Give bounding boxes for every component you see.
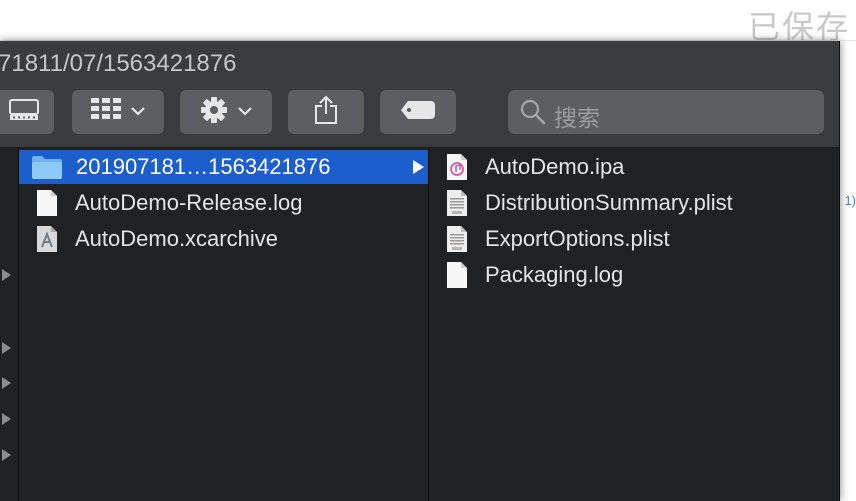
plist-icon <box>447 226 467 252</box>
list-item-packaging-log[interactable]: Packaging.log <box>429 258 623 292</box>
toolbar: 搜索 <box>0 85 839 148</box>
list-item-release-log[interactable]: AutoDemo-Release.log <box>19 186 302 220</box>
gear-icon <box>200 96 228 129</box>
document-icon <box>37 190 57 216</box>
list-item-label: ExportOptions.plist <box>485 226 670 251</box>
search-icon <box>520 99 546 130</box>
chevron-down-icon <box>238 103 252 121</box>
list-item-label: AutoDemo.ipa <box>485 154 625 179</box>
list-item-archive-folder[interactable]: 201907181…1563421876 <box>19 150 428 184</box>
disclosure-arrow-icon[interactable] <box>2 377 11 389</box>
document-icon <box>447 262 467 288</box>
archive-icon <box>37 226 57 252</box>
list-item-label: 201907181…1563421876 <box>76 154 331 179</box>
parent-column[interactable] <box>0 148 18 501</box>
disclosure-arrow-icon[interactable] <box>2 449 11 461</box>
background-text-fragment: 1) <box>844 193 856 208</box>
finder-window: 71811/07/1563421876 搜索 201907181…1563421… <box>0 41 840 501</box>
tags-button[interactable] <box>380 90 456 134</box>
column-browser: 201907181…1563421876 AutoDemo-Release.lo… <box>0 148 839 501</box>
search-field[interactable]: 搜索 <box>508 90 824 134</box>
chevron-down-icon <box>131 103 145 121</box>
list-item-label: Packaging.log <box>485 262 624 287</box>
list-item-export-options-plist[interactable]: ExportOptions.plist <box>429 222 670 256</box>
disclosure-arrow-icon <box>413 160 424 174</box>
ipa-icon <box>447 154 467 180</box>
action-button[interactable] <box>180 90 272 134</box>
share-button[interactable] <box>288 90 364 134</box>
grid-icon <box>91 97 121 127</box>
list-item-ipa[interactable]: AutoDemo.ipa <box>429 150 624 184</box>
folder-icon <box>32 156 62 179</box>
view-toggle-button[interactable] <box>0 90 54 134</box>
view-options-button[interactable] <box>72 90 164 134</box>
display-icon <box>9 98 39 126</box>
disclosure-arrow-icon[interactable] <box>2 342 11 354</box>
tag-icon <box>400 100 436 125</box>
window-title: 71811/07/1563421876 <box>0 50 237 77</box>
plist-icon <box>447 190 467 216</box>
search-placeholder: 搜索 <box>554 105 600 131</box>
list-item-xcarchive[interactable]: AutoDemo.xcarchive <box>19 222 278 256</box>
disclosure-arrow-icon[interactable] <box>2 269 11 281</box>
list-item-label: AutoDemo-Release.log <box>75 190 303 215</box>
list-item-distribution-plist[interactable]: DistributionSummary.plist <box>429 186 733 220</box>
list-item-label: AutoDemo.xcarchive <box>75 226 278 251</box>
share-icon <box>314 95 338 130</box>
disclosure-arrow-icon[interactable] <box>2 413 11 425</box>
list-item-label: DistributionSummary.plist <box>485 190 733 215</box>
title-bar[interactable]: 71811/07/1563421876 <box>0 41 839 85</box>
